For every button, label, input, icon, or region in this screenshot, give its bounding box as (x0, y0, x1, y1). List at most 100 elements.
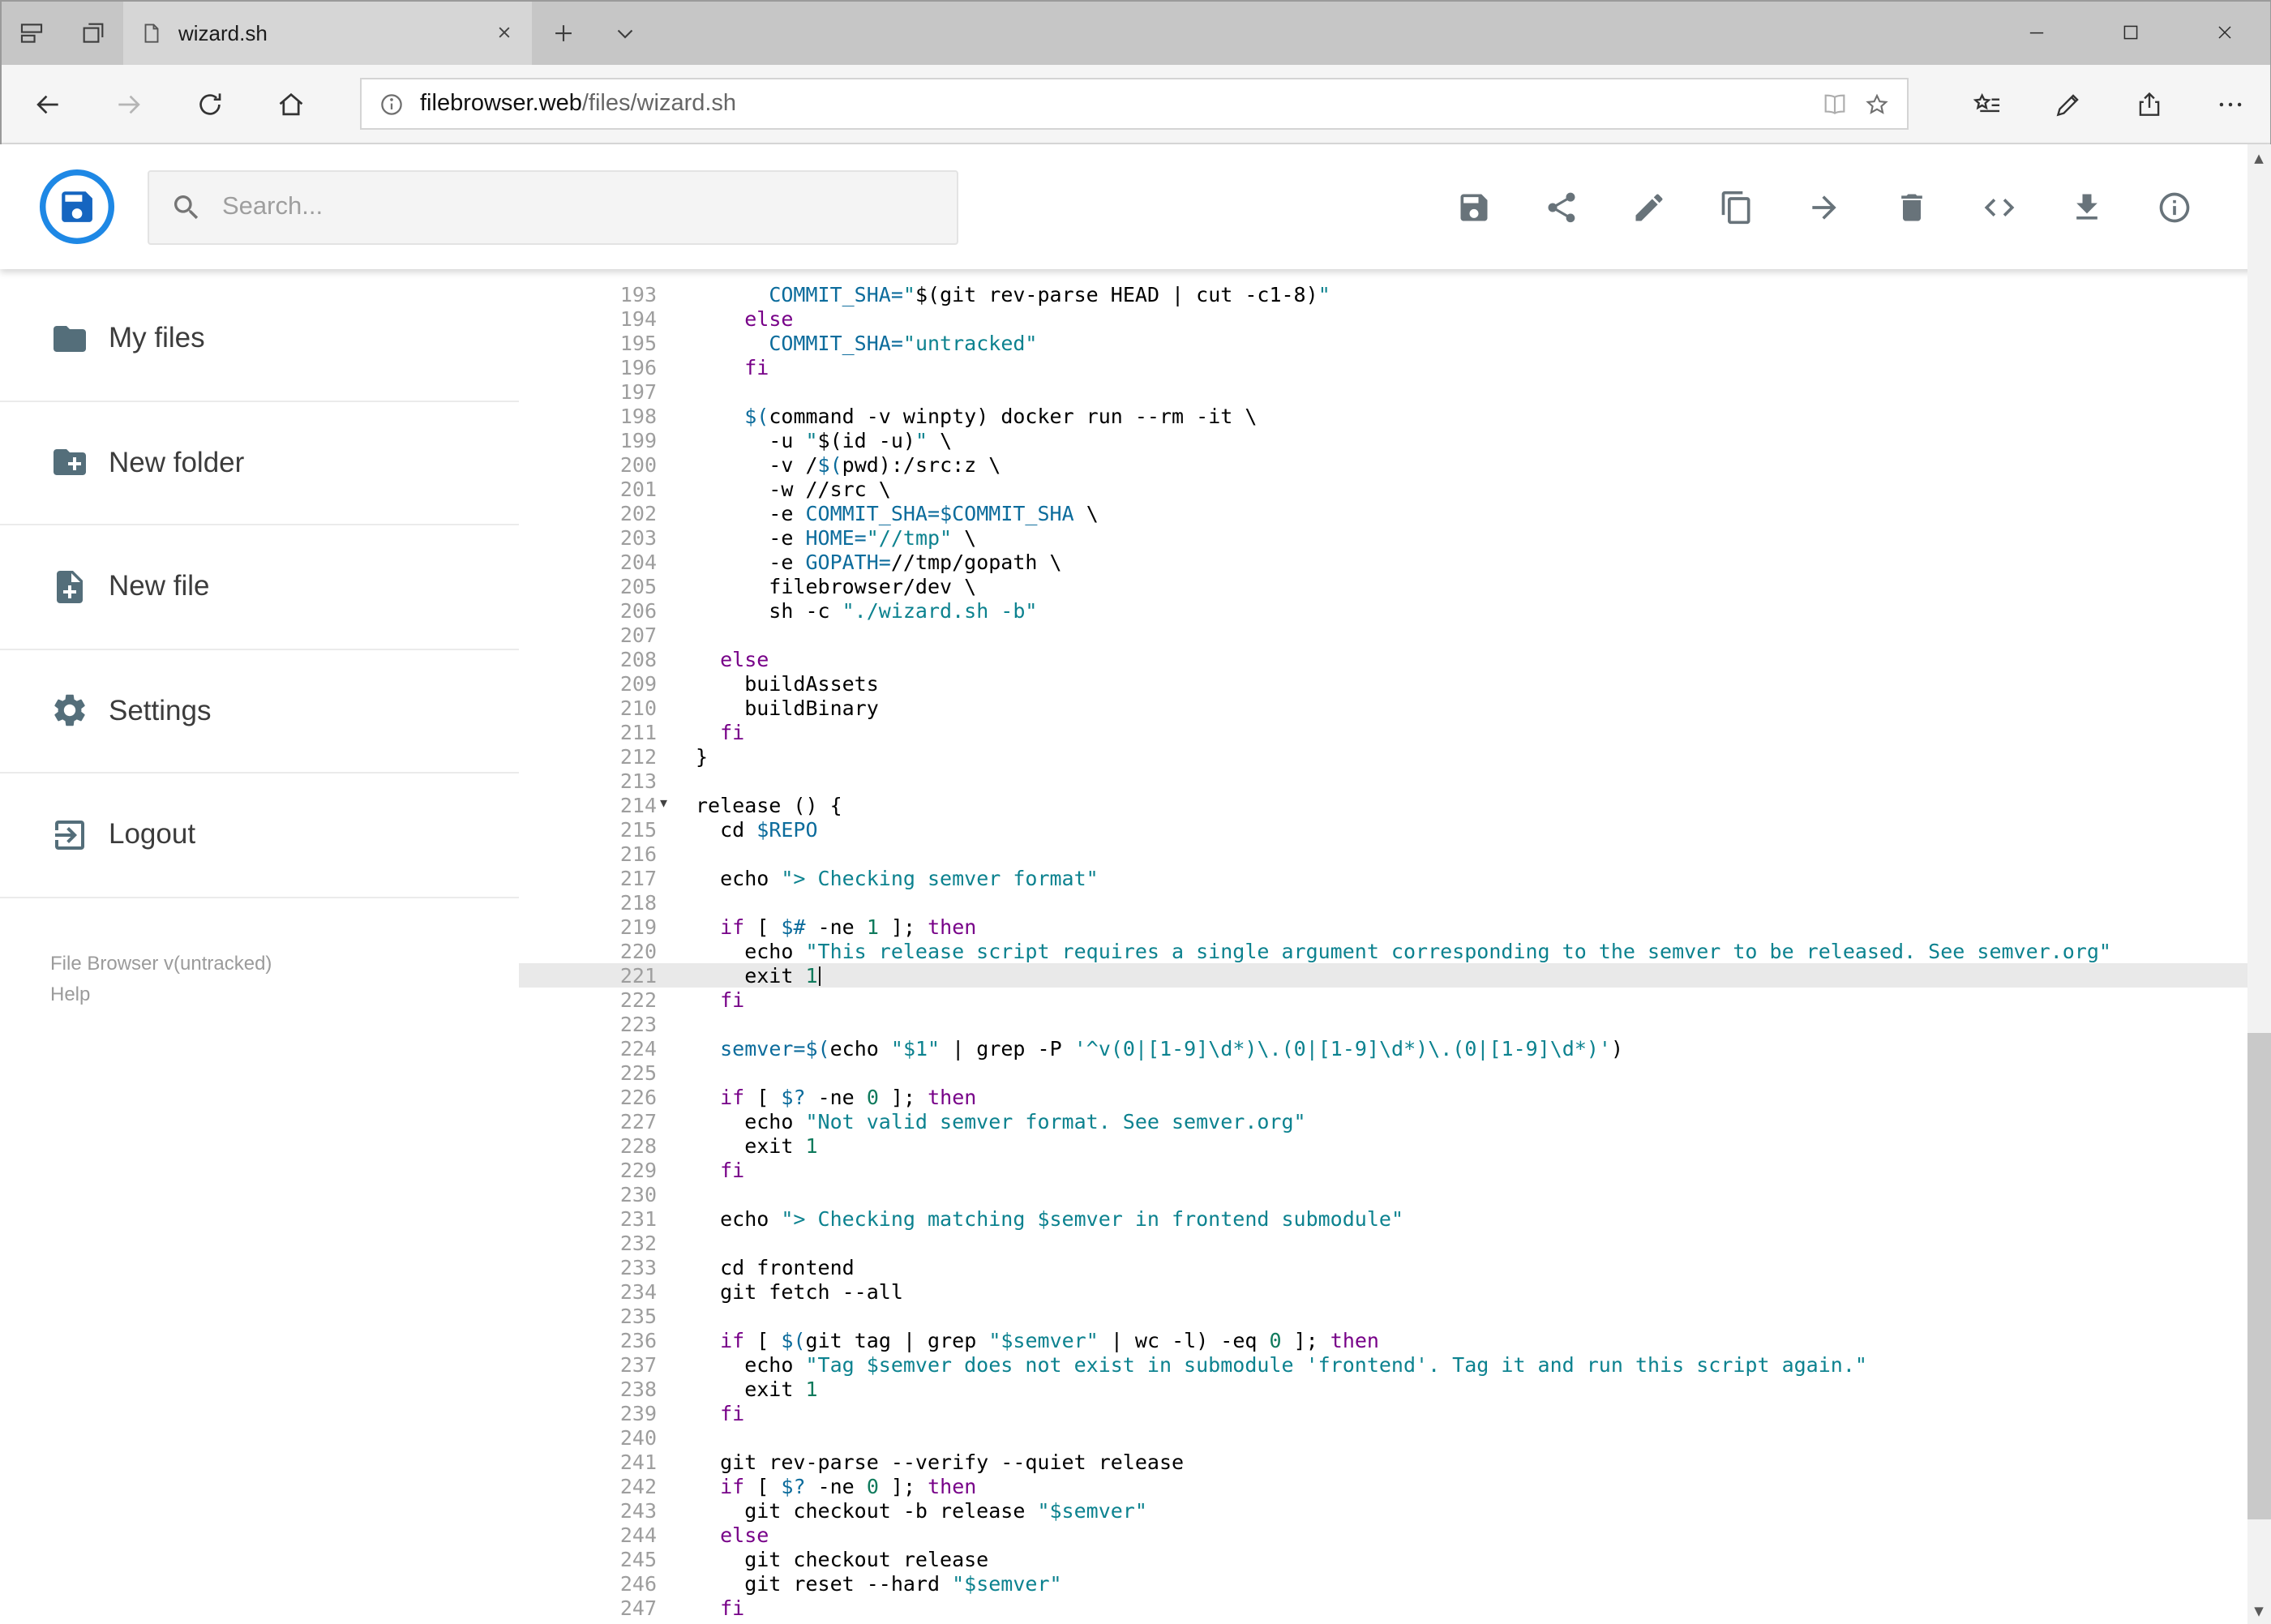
code-line-222[interactable]: 222 fi (519, 988, 2271, 1012)
code-line-231[interactable]: 231 echo "> Checking matching $semver in… (519, 1206, 2271, 1231)
minimize-button[interactable] (1989, 0, 2083, 65)
code-line-237[interactable]: 237 echo "Tag $semver does not exist in … (519, 1352, 2271, 1377)
code-line-211[interactable]: 211 fi (519, 720, 2271, 744)
refresh-button[interactable] (169, 65, 250, 143)
sidebar-item-my-files[interactable]: My files (0, 277, 519, 401)
rename-button[interactable] (1616, 174, 1681, 239)
code-line-229[interactable]: 229 fi (519, 1158, 2271, 1182)
code-line-228[interactable]: 228 exit 1 (519, 1133, 2271, 1158)
code-line-238[interactable]: 238 exit 1 (519, 1377, 2271, 1401)
scroll-up-button[interactable]: ▲ (2247, 144, 2271, 170)
share-page-button[interactable] (2109, 65, 2190, 143)
tab-close-icon[interactable] (493, 21, 516, 44)
code-line-216[interactable]: 216 (519, 842, 2271, 866)
code-line-235[interactable]: 235 (519, 1304, 2271, 1328)
new-tab-button[interactable] (532, 0, 593, 65)
home-button[interactable] (250, 65, 331, 143)
vertical-scrollbar[interactable]: ▲ ▼ (2247, 144, 2271, 1624)
set-tabs-aside-button[interactable] (62, 0, 123, 65)
search-box[interactable] (148, 169, 958, 244)
code-line-210[interactable]: 210 buildBinary (519, 696, 2271, 720)
search-input[interactable] (222, 192, 936, 221)
code-line-217[interactable]: 217 echo "> Checking semver format" (519, 866, 2271, 890)
code-line-194[interactable]: 194 else (519, 306, 2271, 331)
code-line-201[interactable]: 201 -w //src \ (519, 477, 2271, 501)
code-line-214[interactable]: 214 ▾ release () { (519, 793, 2271, 817)
code-line-209[interactable]: 209 buildAssets (519, 671, 2271, 696)
code-line-197[interactable]: 197 (519, 379, 2271, 404)
address-bar[interactable]: filebrowser.web/files/wizard.sh (360, 78, 1908, 130)
code-line-213[interactable]: 213 (519, 769, 2271, 793)
code-line-242[interactable]: 242 if [ $? -ne 0 ]; then (519, 1474, 2271, 1498)
hub-favorites-button[interactable] (1947, 65, 2028, 143)
share-button[interactable] (1528, 174, 1593, 239)
tab-preview-button[interactable] (0, 0, 62, 65)
web-note-button[interactable] (2028, 65, 2109, 143)
code-editor[interactable]: 193 COMMIT_SHA="$(git rev-parse HEAD | c… (519, 269, 2271, 1624)
info-button[interactable] (2141, 174, 2206, 239)
tab-wizard-sh[interactable]: wizard.sh (123, 0, 532, 65)
code-line-232[interactable]: 232 (519, 1231, 2271, 1255)
code-line-246[interactable]: 246 git reset --hard "$semver" (519, 1571, 2271, 1596)
code-line-223[interactable]: 223 (519, 1012, 2271, 1036)
code-line-195[interactable]: 195 COMMIT_SHA="untracked" (519, 331, 2271, 355)
move-button[interactable] (1791, 174, 1856, 239)
sidebar-item-logout[interactable]: Logout (0, 773, 519, 898)
sidebar-item-new-file[interactable]: New file (0, 525, 519, 649)
code-line-247[interactable]: 247 fi (519, 1596, 2271, 1620)
code-line-206[interactable]: 206 sh -c "./wizard.sh -b" (519, 598, 2271, 623)
maximize-button[interactable] (2083, 0, 2177, 65)
site-info-icon[interactable] (378, 90, 405, 118)
code-line-208[interactable]: 208 else (519, 647, 2271, 671)
favorite-star-icon[interactable] (1862, 90, 1890, 118)
code-line-239[interactable]: 239 fi (519, 1401, 2271, 1425)
filebrowser-logo-icon[interactable] (39, 169, 115, 245)
code-line-220[interactable]: 220 echo "This release script requires a… (519, 939, 2271, 963)
copy-button[interactable] (1703, 174, 1768, 239)
sidebar-item-new-folder[interactable]: New folder (0, 401, 519, 525)
code-line-196[interactable]: 196 fi (519, 355, 2271, 379)
code-button[interactable] (1966, 174, 2031, 239)
code-line-219[interactable]: 219 if [ $# -ne 1 ]; then (519, 915, 2271, 939)
code-line-243[interactable]: 243 git checkout -b release "$semver" (519, 1498, 2271, 1523)
code-line-224[interactable]: 224 semver=$(echo "$1" | grep -P '^v(0|[… (519, 1036, 2271, 1061)
forward-button[interactable] (88, 65, 169, 143)
sidebar-item-settings[interactable]: Settings (0, 649, 519, 773)
code-line-234[interactable]: 234 git fetch --all (519, 1279, 2271, 1304)
code-line-236[interactable]: 236 if [ $(git tag | grep "$semver" | wc… (519, 1328, 2271, 1352)
code-line-221[interactable]: 221 exit 1 (519, 963, 2271, 988)
code-line-218[interactable]: 218 (519, 890, 2271, 915)
code-line-241[interactable]: 241 git rev-parse --verify --quiet relea… (519, 1450, 2271, 1474)
download-button[interactable] (2054, 174, 2119, 239)
code-line-230[interactable]: 230 (519, 1182, 2271, 1206)
code-line-215[interactable]: 215 cd $REPO (519, 817, 2271, 842)
scroll-down-button[interactable]: ▼ (2247, 1598, 2271, 1624)
code-line-204[interactable]: 204 -e GOPATH=//tmp/gopath \ (519, 550, 2271, 574)
code-line-193[interactable]: 193 COMMIT_SHA="$(git rev-parse HEAD | c… (519, 282, 2271, 306)
code-line-212[interactable]: 212} (519, 744, 2271, 769)
help-link[interactable]: Help (50, 979, 272, 1010)
code-line-233[interactable]: 233 cd frontend (519, 1255, 2271, 1279)
code-line-198[interactable]: 198 $(command -v winpty) docker run --rm… (519, 404, 2271, 428)
code-line-205[interactable]: 205 filebrowser/dev \ (519, 574, 2271, 598)
code-line-200[interactable]: 200 -v /$(pwd):/src:z \ (519, 452, 2271, 477)
tab-list-chevron-button[interactable] (593, 0, 655, 65)
code-line-207[interactable]: 207 (519, 623, 2271, 647)
code-line-244[interactable]: 244 else (519, 1523, 2271, 1547)
scrollbar-thumb[interactable] (2247, 1033, 2271, 1519)
code-line-202[interactable]: 202 -e COMMIT_SHA=$COMMIT_SHA \ (519, 501, 2271, 525)
code-line-227[interactable]: 227 echo "Not valid semver format. See s… (519, 1109, 2271, 1133)
code-line-240[interactable]: 240 (519, 1425, 2271, 1450)
close-button[interactable] (2177, 0, 2271, 65)
code-line-245[interactable]: 245 git checkout release (519, 1547, 2271, 1571)
fold-arrow-icon[interactable]: ▾ (657, 793, 681, 817)
code-line-199[interactable]: 199 -u "$(id -u)" \ (519, 428, 2271, 452)
code-line-225[interactable]: 225 (519, 1061, 2271, 1085)
code-line-203[interactable]: 203 -e HOME="//tmp" \ (519, 525, 2271, 550)
save-button[interactable] (1441, 174, 1506, 239)
browser-menu-button[interactable] (2190, 65, 2271, 143)
code-line-226[interactable]: 226 if [ $? -ne 0 ]; then (519, 1085, 2271, 1109)
back-button[interactable] (6, 65, 88, 143)
reading-view-icon[interactable] (1820, 90, 1848, 118)
delete-button[interactable] (1879, 174, 1943, 239)
